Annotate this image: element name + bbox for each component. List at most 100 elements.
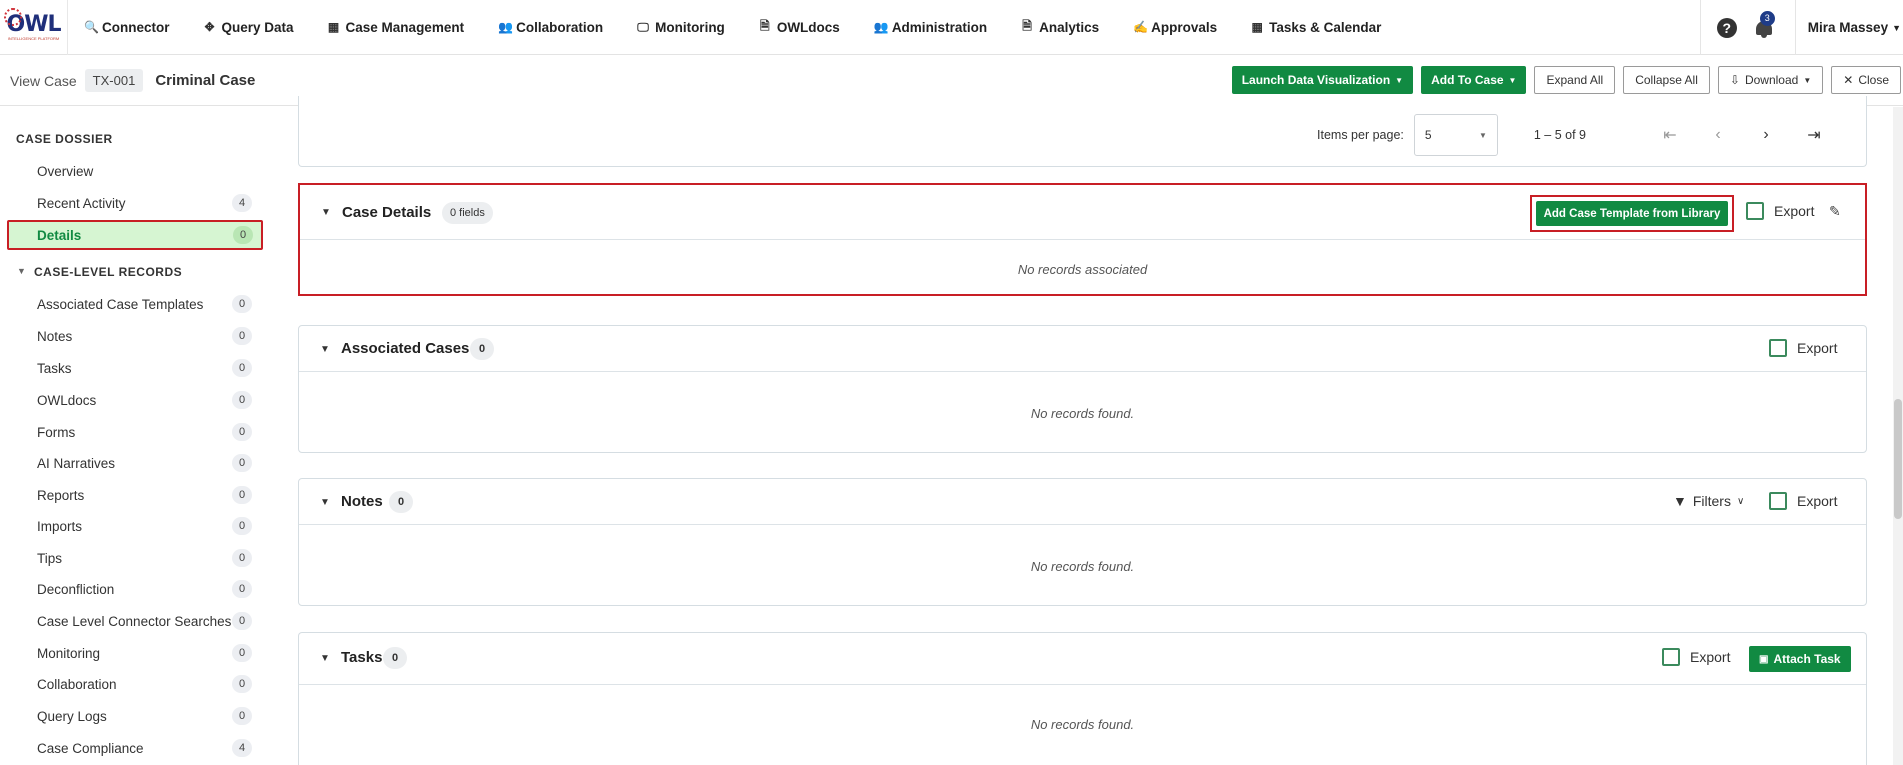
sidebar-section-case-dossier: CASE DOSSIER [16,132,113,146]
notes-header: ▼ Notes 0 ▼ Filters ∨ Export [299,479,1866,525]
sidebar-item-reports[interactable]: Reports 0 [37,484,252,506]
chevron-down-icon: ▼ [1478,130,1487,140]
sidebar-item-details[interactable]: Details 0 [7,220,263,250]
items-per-page-select[interactable]: 5 ▼ [1413,114,1498,156]
count-badge: 0 [389,491,413,513]
sidebar-item-query-logs[interactable]: Query Logs 0 [37,705,252,727]
add-case-template-from-library-button[interactable]: Add Case Template from Library [1536,201,1728,226]
launch-data-visualization-button[interactable]: Launch Data Visualization ▼ [1231,66,1414,94]
first-page-icon[interactable]: ⇤ [1658,125,1682,145]
collapse-triangle-icon[interactable]: ▼ [320,653,330,664]
nav-owldocs[interactable]: 🗎 OWLdocs [759,17,840,38]
case-title: Criminal Case [155,72,256,89]
download-button[interactable]: ⇩ Download ▼ [1717,66,1824,94]
sidebar-item-associated-case-templates[interactable]: Associated Case Templates 0 [37,293,252,315]
top-navigation: OWL INTELLIGENCE PLATFORM 🔍 Connector ✥ Qu… [0,0,1903,55]
collapse-triangle-icon[interactable]: ▼ [320,344,330,355]
sidebar-item-label: Overview [37,163,94,179]
sidebar-item-collaboration[interactable]: Collaboration 0 [37,673,252,695]
owl-logo[interactable]: OWL INTELLIGENCE PLATFORM [0,0,68,55]
next-page-icon[interactable]: › [1754,126,1778,144]
nav-approvals[interactable]: ✍ Approvals [1133,20,1217,35]
button-label: Close [1858,73,1889,87]
export-checkbox[interactable] [1746,202,1764,220]
export-checkbox[interactable] [1769,492,1787,510]
caret-down-icon: ▼ [1395,75,1404,85]
export-toggle[interactable]: Export [1769,339,1837,357]
add-to-case-button[interactable]: Add To Case ▼ [1421,66,1527,94]
sidebar-item-label: Imports [37,518,83,534]
view-case-label: View Case [10,72,77,89]
export-toggle[interactable]: Export [1662,648,1730,666]
count-badge: 0 [232,391,252,409]
nav-tasks-calendar[interactable]: ▦ Tasks & Calendar [1251,20,1381,35]
collapse-all-button[interactable]: Collapse All [1623,66,1710,94]
caret-down-icon: ▼ [1508,75,1517,85]
nav-administration[interactable]: 👥 Administration [874,20,987,35]
close-button[interactable]: ✕ Close [1831,66,1901,94]
sidebar-item-owldocs[interactable]: OWLdocs 0 [37,389,252,411]
nav-label: Administration [891,19,988,35]
last-page-icon[interactable]: ⇥ [1802,125,1826,145]
sidebar-item-label: Case Level Connector Searches [37,613,232,629]
export-checkbox[interactable] [1662,648,1680,666]
sidebar-item-case-level-connector-searches[interactable]: Case Level Connector Searches 0 [37,610,252,632]
sidebar-item-imports[interactable]: Imports 0 [37,515,252,537]
count-badge: 0 [232,644,252,662]
export-toggle[interactable]: Export [1746,202,1814,220]
close-icon: ✕ [1843,73,1854,87]
nav-label: Connector [102,19,170,35]
caret-down-icon: ▼ [1803,75,1812,85]
count-badge: 0 [232,295,252,313]
export-toggle[interactable]: Export [1769,492,1837,510]
sidebar-item-label: Recent Activity [37,195,126,211]
expand-all-button[interactable]: Expand All [1534,66,1616,94]
nav-connector[interactable]: 🔍 Connector [84,20,170,35]
sidebar-item-label: Deconfliction [37,581,115,597]
help-icon[interactable]: ? [1716,17,1737,38]
sidebar-item-overview[interactable]: Overview [37,160,252,182]
export-label: Export [1690,649,1731,665]
nav-label: Approvals [1151,19,1218,35]
panel-title: Notes [341,493,383,510]
collapse-triangle-icon[interactable]: ▼ [17,266,26,276]
count-badge: 0 [232,707,252,725]
scrollbar-thumb[interactable] [1894,399,1902,519]
sidebar-item-deconfliction[interactable]: Deconfliction 0 [37,578,252,600]
user-menu[interactable]: Mira Massey ▼ [1796,20,1903,35]
edit-icon[interactable]: ✎ [1829,203,1841,220]
sidebar-item-forms[interactable]: Forms 0 [37,421,252,443]
nav-query-data[interactable]: ✥ Query Data [204,19,294,35]
attach-task-button[interactable]: ▣ Attach Task [1749,646,1851,672]
page-scrollbar[interactable] [1893,107,1903,765]
empty-message: No records associated [1017,262,1148,277]
sidebar-item-label: Details [37,227,82,243]
notification-bell-icon[interactable]: 3 [1753,10,1775,39]
count-badge: 0 [470,338,494,360]
nav-analytics[interactable]: 🗎 Analytics [1021,17,1099,38]
collapse-triangle-icon[interactable]: ▼ [321,207,331,218]
nav-case-management[interactable]: ▦ Case Management [328,20,464,35]
nav-label: Query Data [221,19,294,35]
nav-monitoring[interactable]: 🖵 Monitoring [637,20,725,35]
sidebar-item-case-compliance[interactable]: Case Compliance 4 [37,737,252,759]
sidebar-item-monitoring[interactable]: Monitoring 0 [37,642,252,664]
previous-page-icon[interactable]: ‹ [1706,126,1730,144]
count-badge: 0 [233,226,253,244]
collapse-triangle-icon[interactable]: ▼ [320,497,330,508]
panel-title: Tasks [341,649,383,666]
sidebar-item-notes[interactable]: Notes 0 [37,325,252,347]
nav-collaboration[interactable]: 👥 Collaboration [498,20,603,35]
sidebar-item-label: Associated Case Templates [37,296,204,312]
sidebar-item-recent-activity[interactable]: Recent Activity 4 [37,192,252,214]
sidebar-item-ai-narratives[interactable]: AI Narratives 0 [37,452,252,474]
sidebar-item-tips[interactable]: Tips 0 [37,547,252,569]
sidebar-item-label: Notes [37,328,73,344]
export-checkbox[interactable] [1769,339,1787,357]
logo-spark-icon [4,7,22,26]
empty-message: No records found. [1030,559,1135,574]
sidebar-item-tasks[interactable]: Tasks 0 [37,357,252,379]
empty-message: No records found. [1030,717,1135,732]
sidebar-item-label: Forms [37,424,76,440]
filters-dropdown[interactable]: ▼ Filters ∨ [1673,493,1744,509]
